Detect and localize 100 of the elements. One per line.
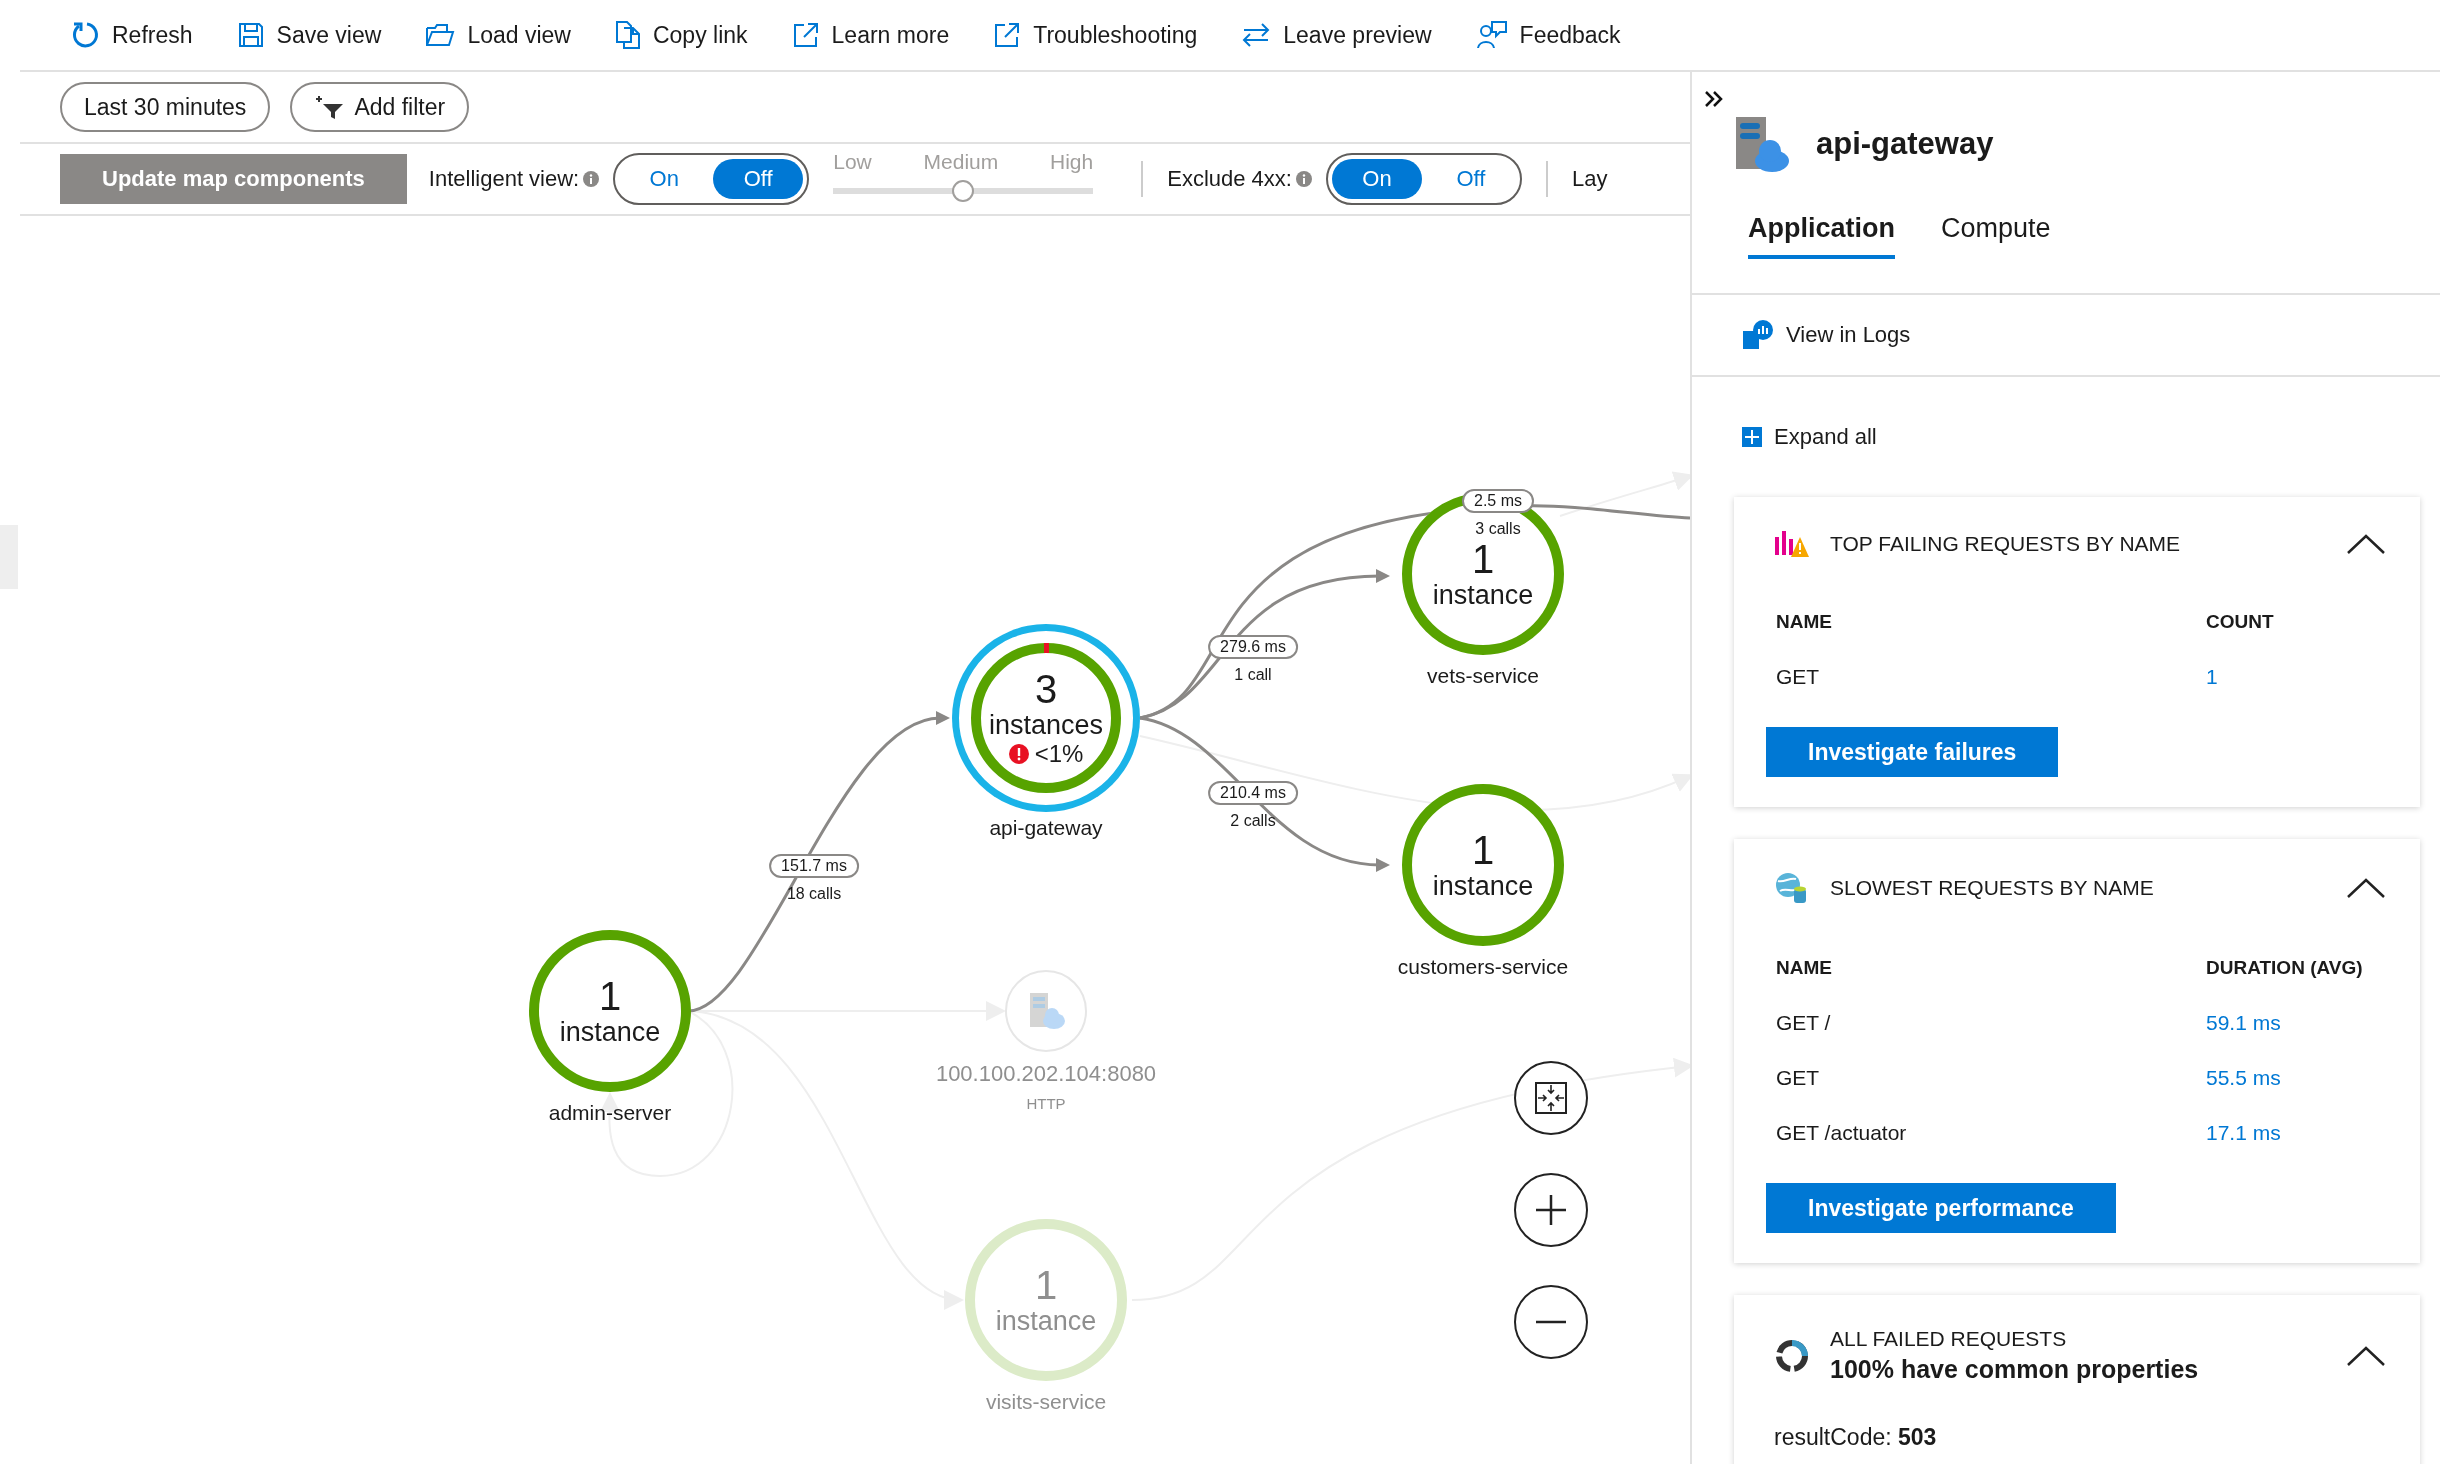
slider-thumb[interactable]	[952, 180, 975, 202]
property-line: resultCode: 503	[1774, 1424, 1937, 1450]
call-count: 1 call	[1234, 666, 1272, 684]
toolbar-button[interactable]: Save view	[234, 17, 384, 53]
collapse-chevron-icon[interactable]	[2346, 533, 2386, 555]
minus-icon	[1534, 1320, 1568, 1324]
metric-link[interactable]: 59.1 ms	[2206, 1010, 2420, 1035]
sensitivity-label: High	[1050, 150, 1094, 174]
toggle-option[interactable]: Off	[1425, 159, 1516, 199]
instance-label: instance	[1432, 580, 1534, 610]
metric-link[interactable]: 17.1 ms	[2206, 1120, 2420, 1145]
panel-tab[interactable]: Application	[1748, 213, 1895, 259]
filter-plus-icon	[314, 94, 345, 120]
card-subtitle: 100% have common properties	[1830, 1355, 2200, 1384]
panel-tab[interactable]: Compute	[1941, 213, 2051, 259]
instance-count: 1	[598, 975, 622, 1017]
toolbar-button[interactable]: Leave preview	[1239, 17, 1434, 53]
node-name: customers-service	[1397, 955, 1569, 979]
metric-link[interactable]: 1	[2206, 664, 2420, 689]
instance-label: instances	[988, 710, 1104, 740]
refresh-icon	[70, 20, 100, 50]
exclude-4xx-label: Exclude 4xx:	[1167, 166, 1292, 192]
metric-link[interactable]: 55.5 ms	[2206, 1065, 2420, 1090]
protocol-label: HTTP	[1026, 1095, 1066, 1112]
call-count: 3 calls	[1475, 520, 1521, 538]
toolbar-button[interactable]: Copy link	[612, 16, 750, 54]
request-name: GET /	[1776, 1010, 1832, 1035]
fit-to-screen-icon	[1534, 1081, 1568, 1115]
column-header: NAME	[1776, 956, 1833, 980]
error-rate: <1%	[1034, 740, 1084, 768]
latency-badge: 2.5 ms	[1462, 489, 1534, 513]
call-count: 2 calls	[1230, 812, 1276, 830]
view-in-logs-link[interactable]: View in Logs	[1742, 319, 1911, 351]
info-icon	[583, 171, 600, 187]
external-link-icon	[791, 21, 820, 49]
card-title: SLOWEST REQUESTS BY NAME	[1830, 876, 2155, 900]
latency-badge: 279.6 ms	[1208, 635, 1298, 659]
toggle-switch[interactable]: On Off	[1325, 153, 1522, 205]
save-icon	[236, 21, 265, 49]
collapse-chevron-icon[interactable]	[2346, 1344, 2386, 1367]
column-header: DURATION (AVG)	[2206, 956, 2364, 980]
plus-square-icon	[1742, 427, 1762, 447]
instance-label: instance	[559, 1017, 661, 1047]
latency-badge: 151.7 ms	[769, 854, 859, 878]
sensitivity-label: Medium	[923, 150, 999, 174]
server-cloud-icon	[1734, 115, 1790, 173]
error-icon	[1008, 744, 1029, 764]
info-icon	[1295, 171, 1312, 187]
investigate-button[interactable]: Investigate performance	[1766, 1183, 2116, 1233]
investigate-button[interactable]: Investigate failures	[1766, 727, 2059, 777]
service-node[interactable]: 1 instance	[1402, 784, 1564, 946]
toggle-option[interactable]: On	[1331, 159, 1422, 199]
request-name: GET	[1776, 1065, 1821, 1090]
toolbar-button[interactable]: Troubleshooting	[991, 17, 1200, 53]
node-name: api-gateway	[989, 816, 1103, 840]
service-node[interactable]: 3 instances <1%	[952, 624, 1140, 812]
add-filter-button[interactable]: Add filter	[290, 82, 470, 132]
layout-label: Lay	[1571, 166, 1608, 192]
instance-count: 1	[1471, 829, 1495, 871]
panel-title: api-gateway	[1816, 126, 1994, 162]
sensitivity-label: Low	[833, 150, 872, 174]
latency-badge: 210.4 ms	[1208, 781, 1298, 805]
request-name: GET /actuator	[1776, 1120, 1908, 1145]
copy-icon	[614, 20, 641, 50]
instance-count: 1	[1471, 538, 1495, 580]
node-name: admin-server	[548, 1101, 672, 1125]
error-tick	[1044, 643, 1049, 653]
column-header: COUNT	[2206, 610, 2275, 634]
bar-chart-warning-icon	[1774, 529, 1810, 559]
service-node[interactable]: 1 instance	[529, 930, 691, 1092]
toolbar-button[interactable]: Load view	[423, 17, 573, 53]
toggle-option[interactable]: On	[619, 159, 710, 199]
instance-count: 3	[1034, 668, 1058, 710]
instance-count: 1	[1034, 1264, 1058, 1306]
logs-icon	[1742, 319, 1774, 351]
instance-label: instance	[1432, 871, 1534, 901]
update-map-button[interactable]: Update map components	[60, 154, 407, 204]
external-link-icon	[993, 21, 1022, 49]
instance-label: instance	[995, 1306, 1097, 1336]
call-count: 18 calls	[786, 885, 842, 903]
toggle-switch[interactable]: On Off	[613, 153, 810, 205]
toggle-option[interactable]: Off	[713, 159, 804, 199]
collapse-chevron-icon[interactable]	[2346, 877, 2386, 899]
expand-all-button[interactable]: Expand all	[1742, 424, 1877, 450]
toolbar-button[interactable]: Learn more	[789, 17, 952, 53]
swap-arrows-icon	[1241, 22, 1272, 48]
toolbar-button[interactable]: Feedback	[1473, 16, 1623, 54]
toolbar-button[interactable]: Refresh	[68, 16, 195, 54]
node-name: vets-service	[1427, 664, 1539, 688]
endpoint-address: 100.100.202.104:8080	[935, 1061, 1157, 1087]
folder-icon	[425, 22, 456, 48]
feedback-icon	[1475, 20, 1508, 50]
node-name: visits-service	[985, 1390, 1107, 1414]
column-header: NAME	[1776, 610, 1833, 634]
donut-icon	[1774, 1337, 1810, 1374]
request-name: GET	[1776, 664, 1821, 689]
time-range-button[interactable]: Last 30 minutes	[60, 82, 271, 132]
intelligent-view-label: Intelligent view:	[428, 166, 580, 192]
card-title: TOP FAILING REQUESTS BY NAME	[1830, 532, 2182, 556]
plus-icon	[1534, 1193, 1568, 1227]
